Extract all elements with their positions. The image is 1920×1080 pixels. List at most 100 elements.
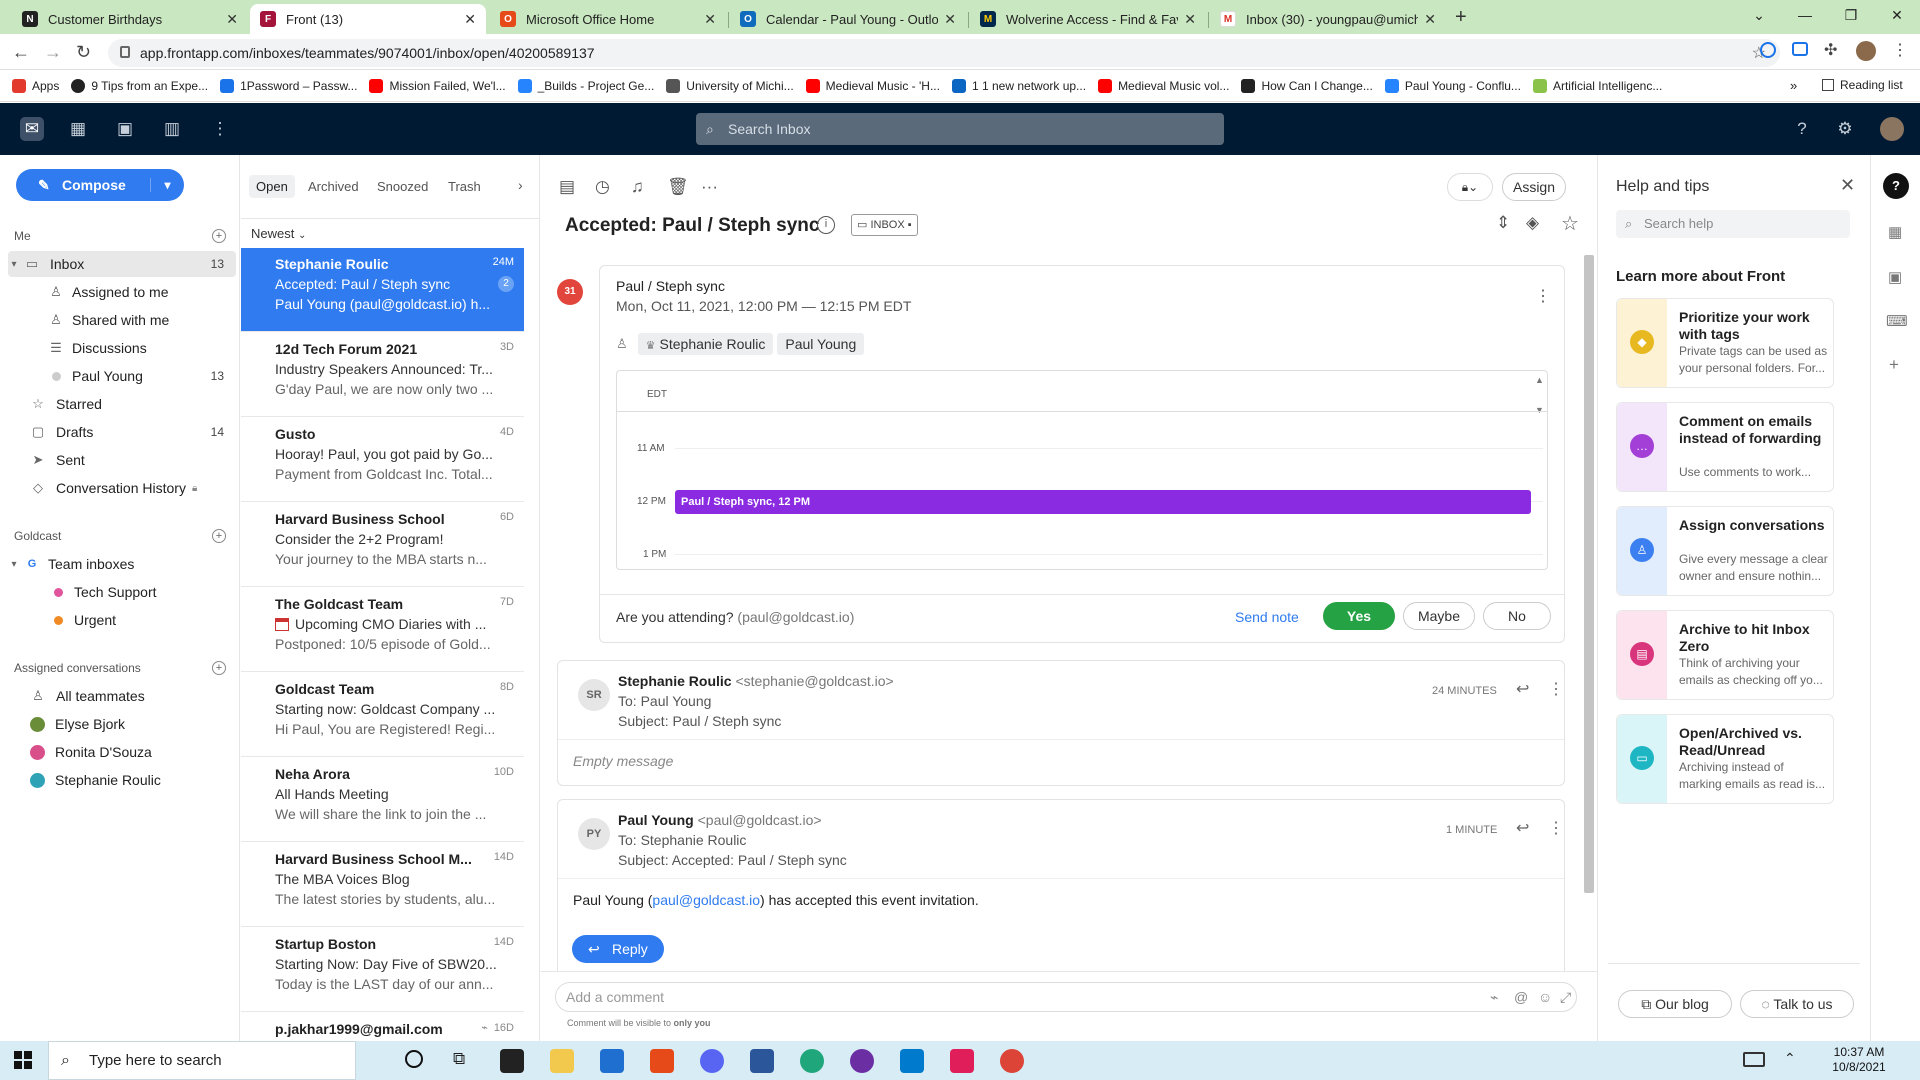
tab-snoozed[interactable]: Snoozed <box>370 175 435 198</box>
file-explorer-icon[interactable] <box>550 1049 574 1073</box>
edge-icon[interactable] <box>800 1049 824 1073</box>
extensions-puzzle-icon[interactable]: ✣ <box>1824 40 1837 60</box>
snooze-icon[interactable]: ◷ <box>595 177 610 197</box>
list-item[interactable]: Startup Boston 14D Starting Now: Day Five… <box>241 928 524 1012</box>
sidebar-item-inbox[interactable]: ▾ ▭ Inbox 13 <box>8 251 236 277</box>
add-icon[interactable]: + <box>212 529 226 543</box>
bookmark-item[interactable]: 9 Tips from an Expe... <box>71 78 208 93</box>
sidebar-item-elyse-bjork[interactable]: Elyse Bjork <box>8 711 236 737</box>
onepassword-extension-icon[interactable] <box>1760 42 1776 58</box>
sidebar-item-team-inboxes[interactable]: ▾ G Team inboxes <box>8 551 236 577</box>
chevron-up-icon[interactable]: ⌃ <box>1784 1050 1796 1067</box>
event-block[interactable]: Paul / Steph sync, 12 PM <box>675 490 1531 514</box>
email-link[interactable]: paul@goldcast.io <box>652 892 760 908</box>
sidebar-item-stephanie-roulic[interactable]: Stephanie Roulic <box>8 767 236 793</box>
chevron-down-icon[interactable]: ▾ <box>8 559 20 570</box>
tab-trash[interactable]: Trash <box>441 175 488 198</box>
sidebar-item-starred[interactable]: ☆ Starred <box>8 391 236 417</box>
list-item[interactable]: p.jakhar1999@gmail.com ⌁ 16D <box>241 1013 524 1041</box>
more-vertical-icon[interactable]: ⋮ <box>1535 286 1551 306</box>
more-vertical-icon[interactable]: ⋮ <box>1548 679 1564 699</box>
sidebar-item-all-teammates[interactable]: ♙ All teammates <box>8 683 236 709</box>
keyboard-icon[interactable]: ⌨ <box>1886 312 1908 330</box>
bookmark-item[interactable]: Medieval Music vol... <box>1098 78 1229 93</box>
inbox-icon[interactable]: ✉ <box>20 117 44 141</box>
attachment-icon[interactable]: ⌁ <box>1490 983 1498 1011</box>
more-bookmarks-icon[interactable]: » <box>1790 78 1797 93</box>
sidebar-item-tech-support[interactable]: Tech Support <box>8 579 236 605</box>
privacy-dropdown[interactable]: 🔒︎⌄ <box>1447 173 1493 201</box>
slack-icon[interactable] <box>950 1049 974 1073</box>
assign-button[interactable]: Assign <box>1502 173 1566 201</box>
no-button[interactable]: No <box>1483 602 1551 630</box>
chevron-down-icon[interactable]: ▾ <box>8 259 20 270</box>
bookmark-item[interactable]: Paul Young - Conflu... <box>1384 78 1521 93</box>
maybe-button[interactable]: Maybe <box>1403 602 1475 630</box>
close-tab-icon[interactable]: ✕ <box>704 11 716 28</box>
list-item[interactable]: Harvard Business School M... 14D The MBA … <box>241 843 524 927</box>
sidebar-item-paul-young[interactable]: Paul Young 13 <box>8 363 236 389</box>
user-avatar[interactable] <box>1880 117 1904 141</box>
sidebar-item-urgent[interactable]: Urgent <box>8 607 236 633</box>
bookmark-item[interactable]: How Can I Change... <box>1241 78 1373 93</box>
chevron-right-icon[interactable]: › <box>518 177 523 193</box>
sort-dropdown[interactable]: Newest ⌄ <box>251 226 306 241</box>
discord-icon[interactable] <box>700 1049 724 1073</box>
trash-icon[interactable]: 🗑︎ <box>667 177 689 197</box>
close-icon[interactable]: ✕ <box>1840 175 1855 196</box>
help-icon[interactable]: ? <box>1883 173 1909 199</box>
tag-icon[interactable]: ◈ <box>1526 213 1539 233</box>
close-tab-icon[interactable]: ✕ <box>226 11 238 28</box>
bookmark-item[interactable]: Artificial Intelligenc... <box>1532 78 1662 93</box>
close-tab-icon[interactable]: ✕ <box>464 11 476 28</box>
browser-tab-active[interactable]: F Front (13) ✕ <box>250 4 486 34</box>
list-item[interactable]: Gusto 4D Hooray! Paul, you got paid by Go… <box>241 418 524 502</box>
list-item[interactable]: 12d Tech Forum 2021 3D Industry Speakers … <box>241 333 524 417</box>
expand-icon[interactable]: ⇕ <box>1496 213 1510 233</box>
sidebar-item-discussions[interactable]: ☰ Discussions <box>8 335 236 361</box>
reading-list[interactable]: Reading list <box>1822 78 1903 92</box>
more-vertical-icon[interactable]: ⋮ <box>1548 818 1564 838</box>
tab-search-icon[interactable]: ⌄ <box>1736 0 1782 34</box>
reminder-icon[interactable]: ♫ <box>631 177 644 197</box>
archive-icon[interactable]: ▤ <box>559 177 575 197</box>
browser-tab[interactable]: M Wolverine Access - Find & Favori ✕ <box>970 4 1206 34</box>
new-tab-button[interactable]: + <box>1455 6 1467 29</box>
sidebar-item-sent[interactable]: ➤ Sent <box>8 447 236 473</box>
bookmark-item[interactable]: 1 1 new network up... <box>951 78 1086 93</box>
more-icon[interactable]: ··· <box>701 177 718 197</box>
reload-icon[interactable]: ↻ <box>76 42 91 63</box>
chrome-icon[interactable] <box>1000 1049 1024 1073</box>
browser-tab[interactable]: O Microsoft Office Home ✕ <box>490 4 726 34</box>
add-icon[interactable]: + <box>212 229 226 243</box>
tab-open[interactable]: Open <box>249 175 295 198</box>
tab-archived[interactable]: Archived <box>301 175 366 198</box>
list-item[interactable]: Goldcast Team 8D Starting now: Goldcast C… <box>241 673 524 757</box>
scroll-down-icon[interactable]: ▼ <box>1535 405 1544 415</box>
close-window-icon[interactable]: ✕ <box>1874 0 1920 34</box>
help-icon[interactable]: ? <box>1790 117 1814 141</box>
office-icon[interactable] <box>650 1049 674 1073</box>
bookmark-item[interactable]: University of Michi... <box>666 78 794 93</box>
emoji-icon[interactable]: ☺ <box>1538 983 1552 1011</box>
address-bar[interactable]: app.frontapp.com/inboxes/teammates/90740… <box>108 39 1780 67</box>
list-item[interactable]: The Goldcast Team 7D Upcoming CMO Diaries… <box>241 588 524 672</box>
help-card[interactable]: … Comment on emails instead of forwardin… <box>1616 402 1834 492</box>
keyboard-icon[interactable] <box>1743 1052 1765 1067</box>
chevron-down-icon[interactable]: ▾ <box>150 178 184 192</box>
bookmark-item[interactable]: Apps <box>12 78 59 93</box>
help-card[interactable]: ♙ Assign conversations Give every messag… <box>1616 506 1834 596</box>
talk-to-us-button[interactable]: ◌ Talk to us <box>1740 990 1854 1018</box>
add-icon[interactable]: + <box>212 661 226 675</box>
list-item[interactable]: Neha Arora 10D All Hands Meeting We will … <box>241 758 524 842</box>
comment-input[interactable]: Add a comment ⌁ @ ☺ ⤢ <box>555 982 1577 1012</box>
expand-icon[interactable]: ⤢ <box>1560 983 1571 1011</box>
close-tab-icon[interactable]: ✕ <box>1424 11 1436 28</box>
settings-icon[interactable]: ⚙ <box>1833 117 1857 141</box>
maximize-icon[interactable]: ❐ <box>1828 0 1874 34</box>
sidebar-item-ronita-dsouza[interactable]: Ronita D'Souza <box>8 739 236 765</box>
list-item[interactable]: Stephanie Roulic 24M Accepted: Paul / Ste… <box>241 248 524 332</box>
compose-button[interactable]: ✎ Compose ▾ <box>16 169 184 201</box>
sidebar-item-drafts[interactable]: ▢ Drafts 14 <box>8 419 236 445</box>
send-note-link[interactable]: Send note <box>1235 609 1299 625</box>
